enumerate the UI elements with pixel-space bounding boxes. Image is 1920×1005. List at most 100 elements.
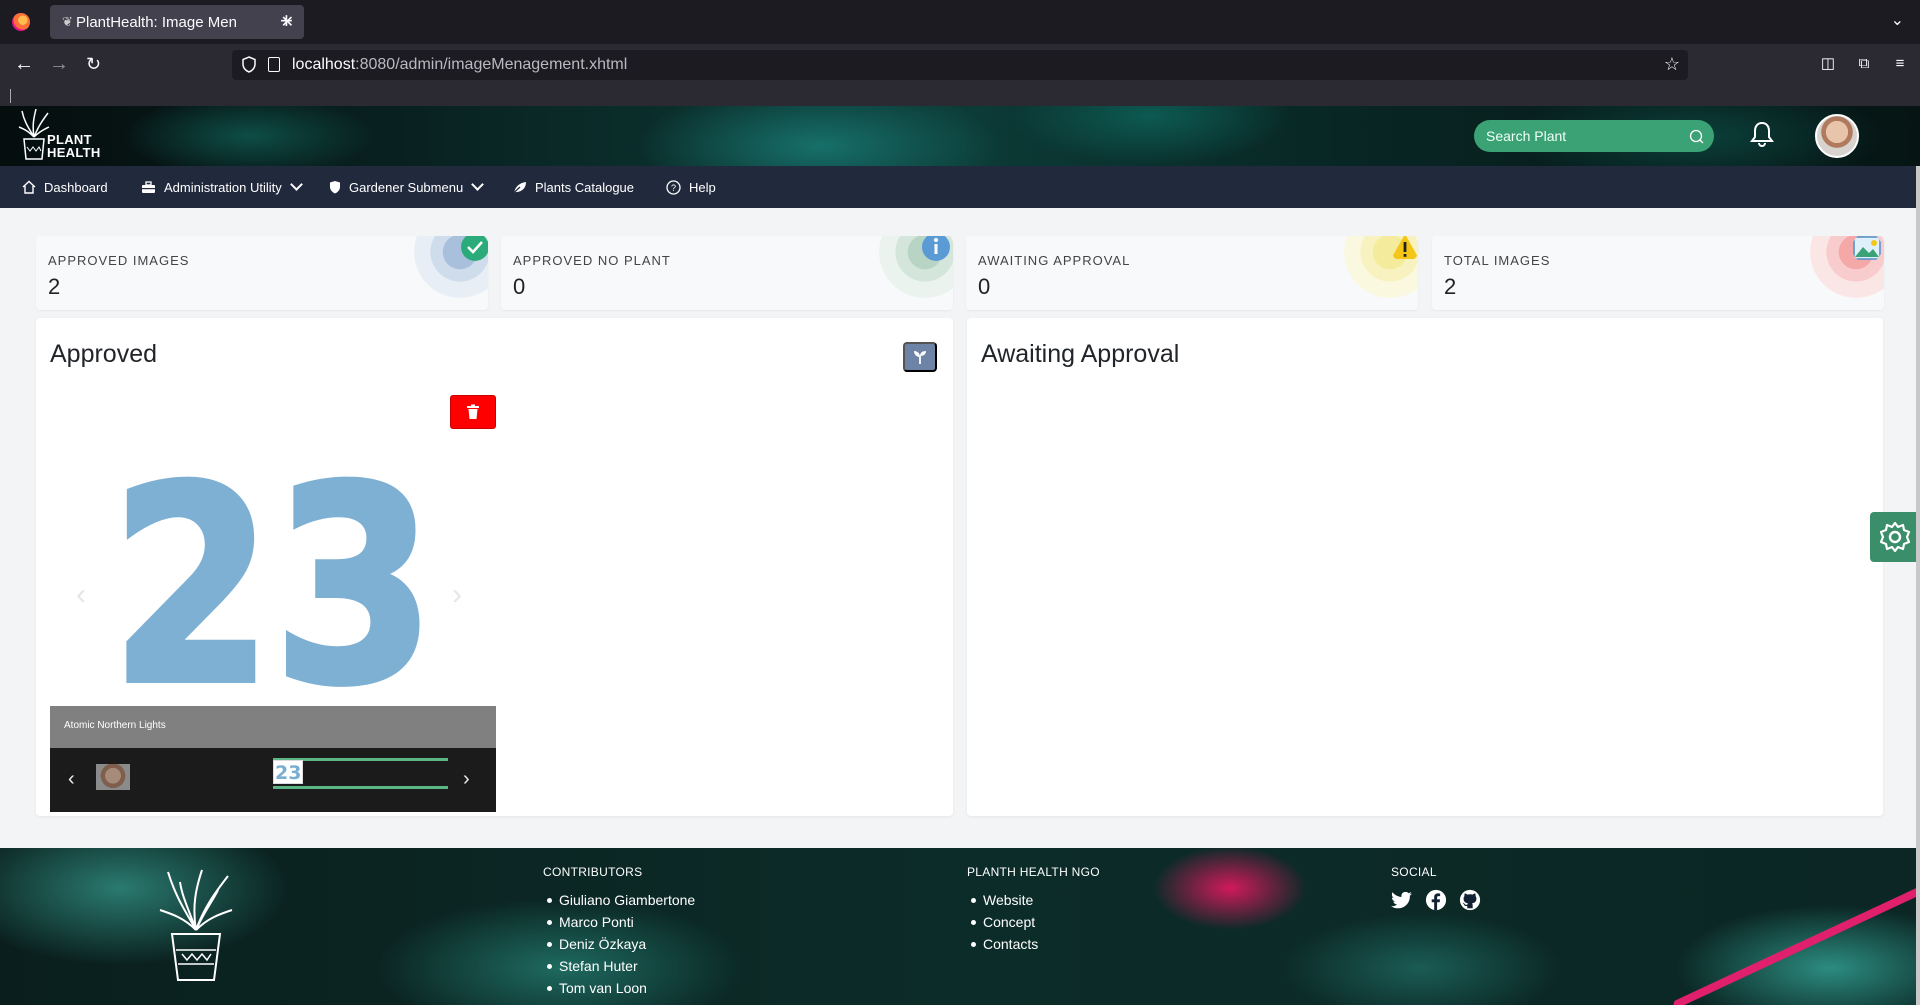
- menu-label-gardener-submenu: Gardener Submenu: [349, 179, 464, 195]
- contributor-item: Stefan Huter: [543, 955, 695, 977]
- forward-icon[interactable]: →: [49, 52, 69, 76]
- gallery-next-icon[interactable]: ›: [452, 578, 462, 612]
- svg-text:?: ?: [671, 183, 676, 193]
- gallery-prev-icon[interactable]: ‹: [76, 578, 86, 612]
- thumbnail-prev-icon[interactable]: ‹: [68, 768, 75, 791]
- stat-card-approved-no-plant: APPROVED NO PLANT 0: [501, 236, 953, 310]
- menu-label-dashboard: Dashboard: [44, 179, 108, 195]
- facebook-icon[interactable]: [1425, 889, 1447, 911]
- chevron-down-icon: [289, 178, 303, 191]
- stat-value: 2: [1444, 274, 1457, 299]
- browser-nav-bar: ← → ↻ localhost:8080/admin/imageMenageme…: [0, 44, 1920, 86]
- stat-card-total-images: TOTAL IMAGES 2: [1432, 236, 1884, 310]
- app-header: PLANT HEALTH: [0, 106, 1920, 166]
- tab-title: PlantHealth: Image Men: [76, 14, 237, 31]
- awaiting-title: Awaiting Approval: [981, 340, 1180, 368]
- logo-text[interactable]: PLANT HEALTH: [47, 133, 101, 159]
- gear-icon: [1879, 521, 1911, 553]
- check-circle-icon: [461, 236, 488, 261]
- pocket-icon[interactable]: ◫: [1818, 54, 1838, 74]
- ngo-heading: PLANTH HEALTH NGO: [967, 865, 1100, 879]
- main-content: APPROVED IMAGES 2 APPROVED NO PLANT 0 AW…: [0, 208, 1920, 848]
- reload-icon[interactable]: ↻: [86, 52, 101, 76]
- trash-icon: [467, 404, 479, 419]
- footer-ngo: PLANTH HEALTH NGO Website Concept Contac…: [967, 865, 1100, 955]
- shield-icon: [242, 56, 256, 73]
- stat-value: 0: [513, 274, 526, 299]
- menu-item-plants-catalogue[interactable]: Plants Catalogue: [512, 166, 634, 208]
- plant-button[interactable]: [903, 342, 937, 372]
- firefox-icon: [12, 13, 30, 31]
- page-icon: [268, 57, 280, 72]
- menu-icon[interactable]: ≡: [1890, 54, 1910, 74]
- stat-card-approved-images: APPROVED IMAGES 2: [36, 236, 488, 310]
- stat-label: AWAITING APPROVAL: [978, 253, 1131, 268]
- home-icon: [22, 180, 36, 194]
- back-icon[interactable]: ←: [14, 52, 34, 76]
- ngo-link-website[interactable]: Website: [967, 889, 1100, 911]
- seedling-icon: [914, 351, 926, 364]
- shield-icon: [330, 181, 340, 194]
- stat-label: TOTAL IMAGES: [1444, 253, 1551, 268]
- menu-label-help: Help: [689, 179, 716, 195]
- image-caption: Atomic Northern Lights: [50, 706, 496, 748]
- url-text: localhost:8080/admin/imageMenagement.xht…: [292, 56, 628, 73]
- stat-label: APPROVED NO PLANT: [513, 253, 671, 268]
- social-heading: SOCIAL: [1391, 865, 1437, 879]
- delete-button[interactable]: [450, 395, 496, 429]
- footer-social: SOCIAL: [1391, 865, 1481, 911]
- browser-tab[interactable]: ❦ PlantHealth: Image Men ✕: [50, 5, 304, 39]
- footer-contributors: CONTRIBUTORS Giuliano Giambertone Marco …: [543, 865, 695, 999]
- caption-text: Atomic Northern Lights: [64, 720, 166, 731]
- ngo-link-concept[interactable]: Concept: [967, 911, 1100, 933]
- bell-icon[interactable]: [1750, 121, 1774, 147]
- stat-value: 0: [978, 274, 991, 299]
- footer: CONTRIBUTORS Giuliano Giambertone Marco …: [0, 848, 1920, 1005]
- settings-tab[interactable]: [1870, 512, 1920, 562]
- search-input[interactable]: [1486, 120, 1676, 152]
- search-icon[interactable]: [1689, 129, 1704, 144]
- leaf-icon: [512, 181, 526, 194]
- contributors-heading: CONTRIBUTORS: [543, 865, 643, 879]
- menu-item-administration-utility[interactable]: Administration Utility: [141, 166, 303, 208]
- github-icon[interactable]: [1459, 889, 1481, 911]
- bookmark-star-icon[interactable]: ☆: [1664, 54, 1680, 75]
- contributor-item: Marco Ponti: [543, 911, 695, 933]
- svg-text:23: 23: [111, 458, 436, 688]
- thumbnail-active-bar: [273, 786, 448, 789]
- gallery-image[interactable]: 23: [50, 458, 496, 688]
- menu-item-help[interactable]: ? Help: [666, 166, 716, 208]
- stat-value: 2: [48, 274, 61, 299]
- ngo-link-contacts[interactable]: Contacts: [967, 933, 1100, 955]
- avatar[interactable]: [1815, 114, 1859, 158]
- toolbar-icons: ◫ ⧉ ≡: [1818, 54, 1910, 74]
- menu-item-dashboard[interactable]: Dashboard: [22, 166, 108, 208]
- question-icon: ?: [666, 179, 681, 195]
- approved-panel: Approved 23 ‹ › Atomic Northern Lights ‹: [36, 318, 953, 816]
- text-caret: [10, 89, 11, 103]
- awaiting-approval-panel: Awaiting Approval: [967, 318, 1883, 816]
- contributor-item: Giuliano Giambertone: [543, 889, 695, 911]
- plant-favicon-icon: ❦: [62, 14, 73, 29]
- stat-label: APPROVED IMAGES: [48, 253, 190, 268]
- thumbnail-avatar[interactable]: [96, 764, 130, 790]
- plant-logo-icon: [159, 869, 233, 981]
- thumbnail-next-icon[interactable]: ›: [463, 768, 470, 791]
- bookmarks-bar: [0, 86, 1920, 106]
- approved-title: Approved: [50, 340, 158, 368]
- new-tab-icon[interactable]: +: [280, 8, 293, 34]
- search-box: [1474, 120, 1714, 152]
- thumbnail-23[interactable]: 23: [273, 760, 303, 784]
- twitter-icon[interactable]: [1391, 889, 1413, 911]
- url-bar[interactable]: localhost:8080/admin/imageMenagement.xht…: [232, 50, 1688, 80]
- menu-label-administration-utility: Administration Utility: [164, 179, 282, 195]
- main-menu: Dashboard Administration Utility Gardene…: [0, 166, 1920, 208]
- plant-logo-icon[interactable]: [18, 109, 50, 161]
- contributor-item: Tom van Loon: [543, 977, 695, 999]
- thumbnail-strip: ‹ 23 ›: [50, 748, 496, 812]
- page-scrollbar[interactable]: [1916, 166, 1920, 1005]
- chevron-down-icon[interactable]: ⌄: [1891, 10, 1904, 30]
- extensions-icon[interactable]: ⧉: [1854, 54, 1874, 74]
- footer-decoration: [1672, 874, 1920, 1005]
- menu-item-gardener-submenu[interactable]: Gardener Submenu: [329, 166, 485, 208]
